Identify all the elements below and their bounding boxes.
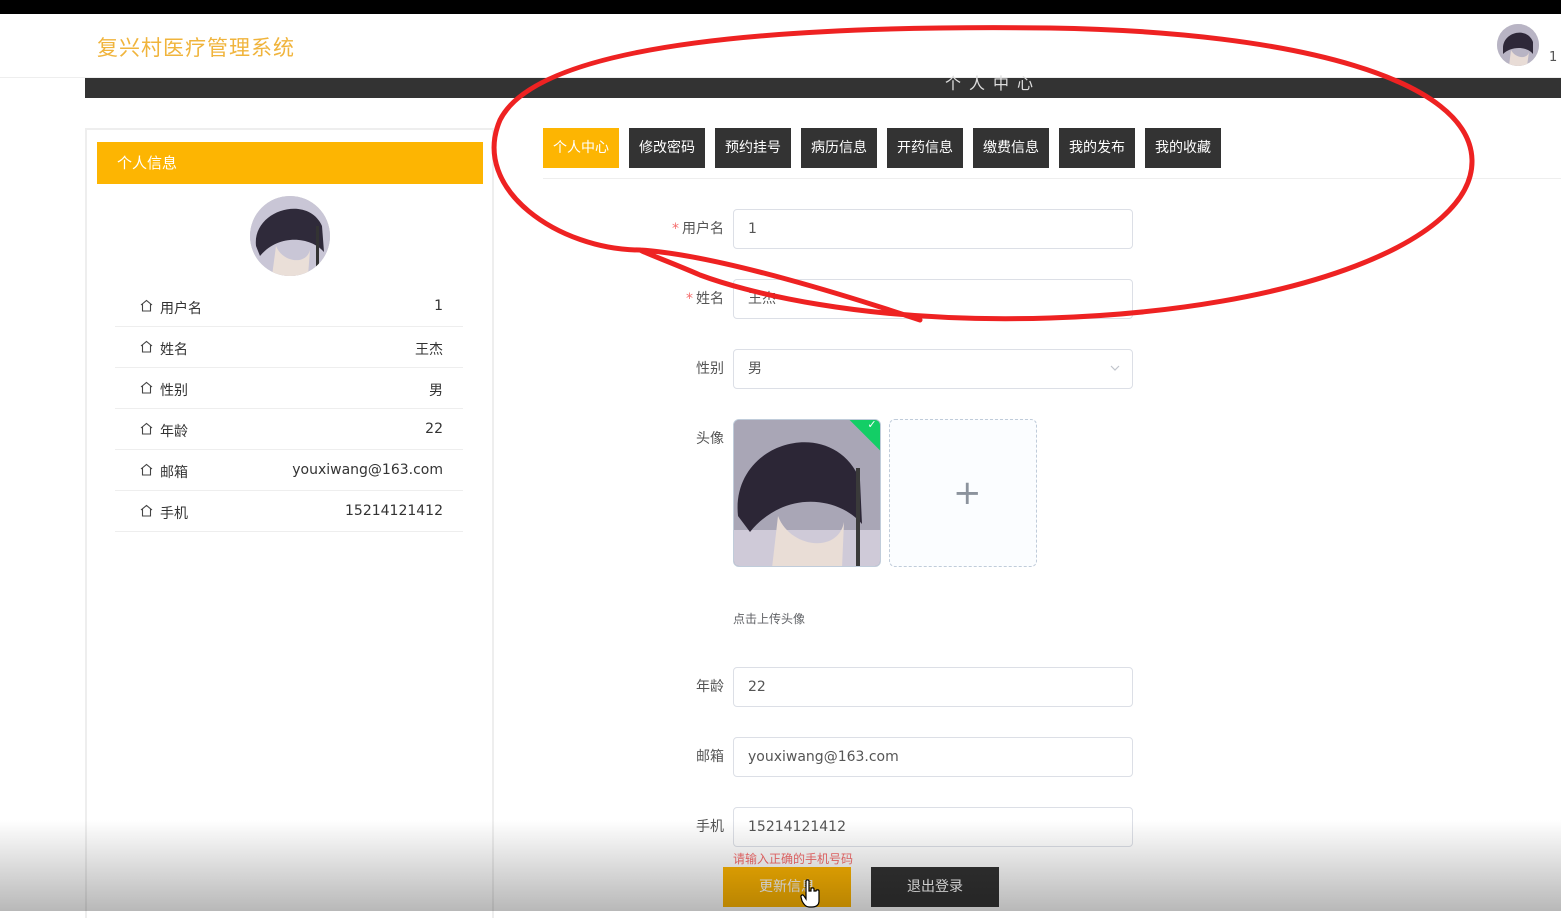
page-banner: 个人中心 xyxy=(85,74,1561,98)
user-avatar[interactable] xyxy=(1497,24,1539,66)
page-banner-title: 个人中心 xyxy=(945,74,1042,93)
gender-select-value: 男 xyxy=(748,361,762,377)
info-value: 王杰 xyxy=(415,342,443,358)
tab-payments[interactable]: 缴费信息 xyxy=(973,128,1049,168)
age-label: 年龄 xyxy=(696,679,724,695)
tab-prescriptions[interactable]: 开药信息 xyxy=(887,128,963,168)
hand-cursor-icon xyxy=(800,879,820,908)
gender-label: 性别 xyxy=(696,361,724,377)
plus-icon: + xyxy=(953,473,982,513)
name-label-text: 姓名 xyxy=(696,291,724,307)
info-row-username: 用户名 1 xyxy=(115,286,463,327)
info-value: 15214121412 xyxy=(345,503,443,519)
info-value: 22 xyxy=(425,421,443,437)
info-row-gender: 性别 男 xyxy=(115,368,463,409)
profile-avatar xyxy=(250,196,330,276)
username-label: * 用户名 xyxy=(630,209,724,249)
required-mark: * xyxy=(686,291,693,307)
avatar-image-icon xyxy=(734,420,880,566)
tab-my-favorites[interactable]: 我的收藏 xyxy=(1145,128,1221,168)
tab-appointment[interactable]: 预约挂号 xyxy=(715,128,791,168)
avatar-label: 头像 xyxy=(696,431,724,447)
info-label: 邮箱 xyxy=(160,465,188,481)
phone-input[interactable]: 15214121412 xyxy=(733,807,1133,847)
top-header: 复兴村医疗管理系统 1 xyxy=(0,14,1561,78)
check-icon: ✓ xyxy=(867,419,877,432)
profile-tabs: 个人中心 修改密码 预约挂号 病历信息 开药信息 缴费信息 我的发布 我的收藏 xyxy=(543,128,1561,179)
info-value: youxiwang@163.com xyxy=(292,462,443,478)
home-icon xyxy=(140,299,153,312)
info-value: 1 xyxy=(434,298,443,314)
avatar-upload-button[interactable]: + xyxy=(889,419,1037,567)
top-username[interactable]: 1 xyxy=(1549,50,1557,65)
name-label: * 姓名 xyxy=(630,279,724,319)
info-value: 男 xyxy=(429,383,443,399)
phone-error-message: 请输入正确的手机号码 xyxy=(733,852,854,866)
email-label: 邮箱 xyxy=(696,749,724,765)
personal-info-panel: 个人信息 用户名 1 姓名 王杰 性别 男 年龄 22 邮箱 youxiwang… xyxy=(85,128,494,918)
age-input[interactable]: 22 xyxy=(733,667,1133,707)
info-row-email: 邮箱 youxiwang@163.com xyxy=(115,450,463,491)
name-input[interactable]: 王杰 xyxy=(733,279,1133,319)
info-row-name: 姓名 王杰 xyxy=(115,327,463,368)
home-icon xyxy=(140,381,153,394)
home-icon xyxy=(140,340,153,353)
home-icon xyxy=(140,504,153,517)
top-black-strip xyxy=(0,0,1561,14)
info-label: 姓名 xyxy=(160,342,188,358)
gender-select[interactable]: 男 xyxy=(733,349,1133,389)
info-row-age: 年龄 22 xyxy=(115,409,463,450)
upload-avatar-tip: 点击上传头像 xyxy=(733,612,806,626)
tab-personal-center[interactable]: 个人中心 xyxy=(543,128,619,168)
info-row-phone: 手机 15214121412 xyxy=(115,491,463,532)
home-icon xyxy=(140,422,153,435)
username-input[interactable]: 1 xyxy=(733,209,1133,249)
personal-info-list: 用户名 1 姓名 王杰 性别 男 年龄 22 邮箱 youxiwang@163.… xyxy=(115,286,463,532)
info-label: 用户名 xyxy=(160,301,202,317)
username-label-text: 用户名 xyxy=(682,221,724,237)
info-label: 手机 xyxy=(160,506,188,522)
avatar-image-icon xyxy=(1497,24,1539,66)
tab-medical-records[interactable]: 病历信息 xyxy=(801,128,877,168)
required-mark: * xyxy=(672,221,679,237)
chevron-down-icon xyxy=(1110,365,1120,371)
tab-change-password[interactable]: 修改密码 xyxy=(629,128,705,168)
info-label: 年龄 xyxy=(160,424,188,440)
uploaded-avatar-thumbnail[interactable]: ✓ xyxy=(733,419,881,567)
home-icon xyxy=(140,463,153,476)
tab-my-posts[interactable]: 我的发布 xyxy=(1059,128,1135,168)
avatar-image-icon xyxy=(250,196,330,276)
email-input[interactable]: youxiwang@163.com xyxy=(733,737,1133,777)
logout-button[interactable]: 退出登录 xyxy=(871,867,999,907)
brand-title[interactable]: 复兴村医疗管理系统 xyxy=(97,32,295,62)
phone-label: 手机 xyxy=(696,819,724,835)
info-label: 性别 xyxy=(160,383,188,399)
personal-info-title: 个人信息 xyxy=(97,142,483,184)
update-info-button[interactable]: 更新信息 xyxy=(723,867,851,907)
